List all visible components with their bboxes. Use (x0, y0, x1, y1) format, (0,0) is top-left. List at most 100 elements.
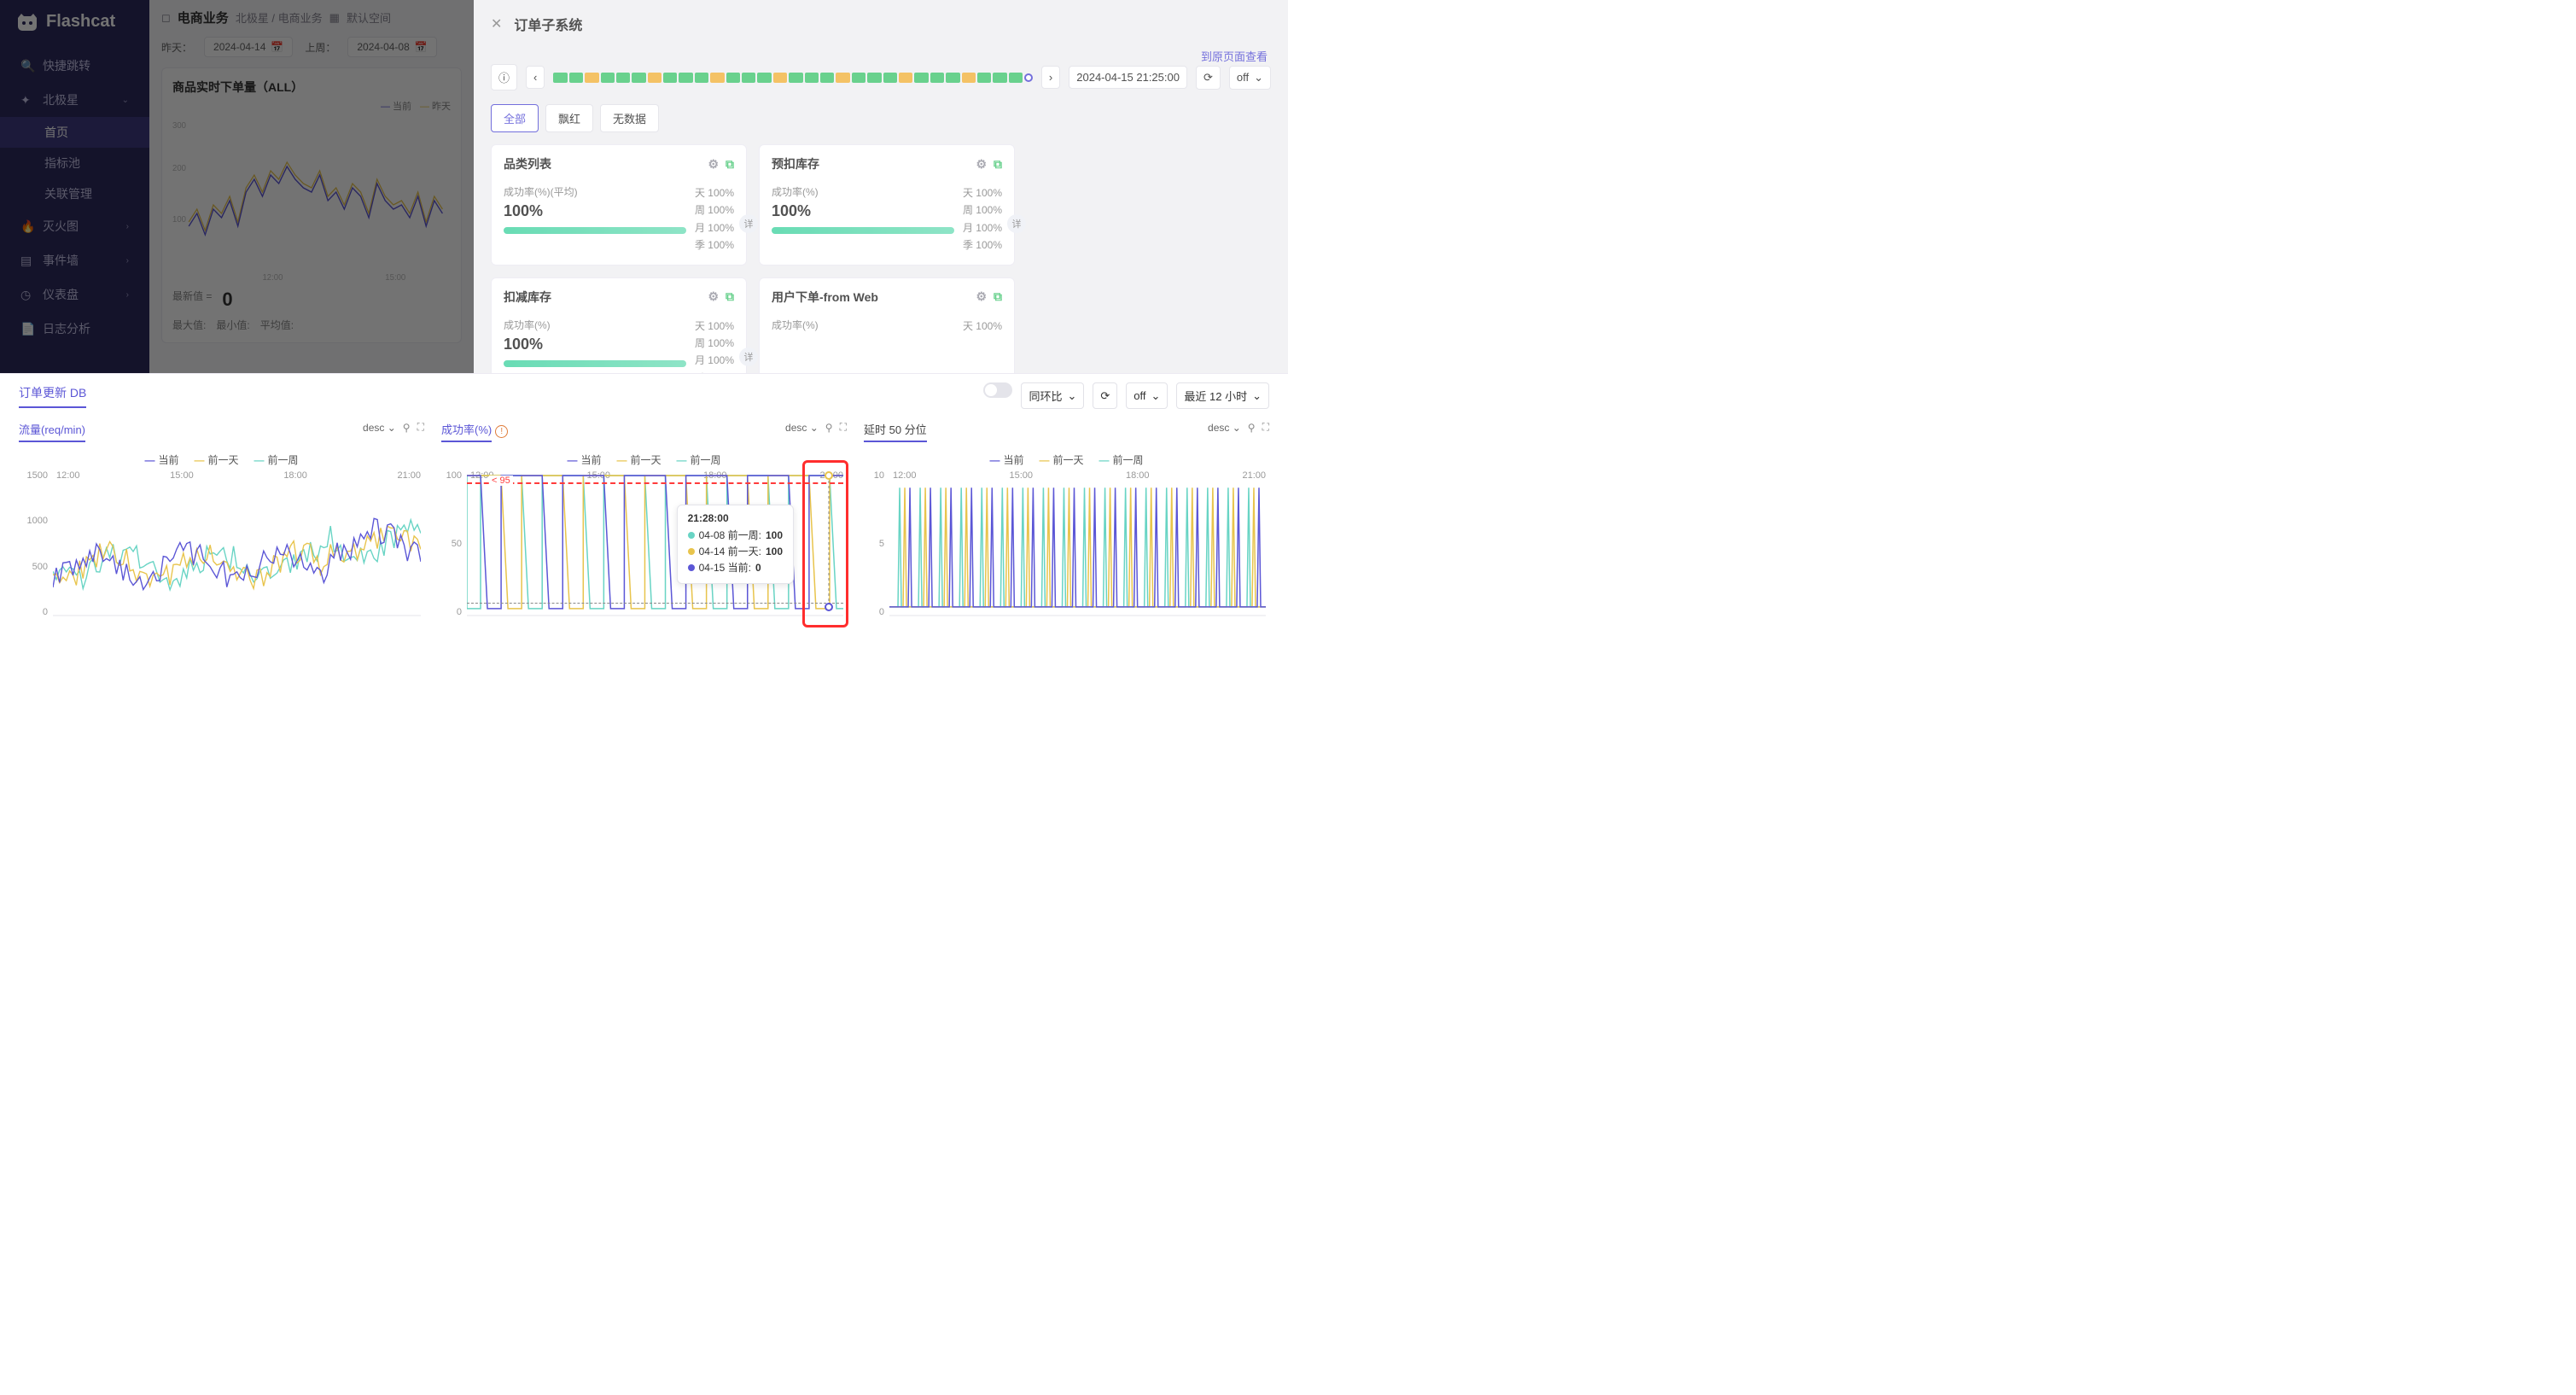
yesterday-picker[interactable]: 2024-04-14📅 (204, 37, 293, 57)
gear-icon[interactable]: ⚙ (708, 289, 719, 304)
chevron-down-icon: ⌄ (1254, 71, 1263, 85)
time-segment[interactable] (993, 73, 1006, 83)
progress-bar (504, 360, 686, 367)
logo[interactable]: Flashcat (0, 0, 149, 44)
gear-icon[interactable]: ⚙ (708, 157, 719, 172)
nav-fire[interactable]: 🔥灭火图› (0, 209, 149, 243)
filter-all[interactable]: 全部 (491, 104, 539, 132)
panel-title: 商品实时下单量（ALL） (172, 79, 451, 96)
time-segment[interactable] (569, 73, 583, 83)
time-segment[interactable] (726, 73, 740, 83)
time-segment[interactable] (789, 73, 802, 83)
time-segment[interactable] (852, 73, 865, 83)
next-button[interactable]: › (1041, 66, 1060, 89)
chevron-right-icon: › (126, 290, 129, 300)
expand-icon[interactable]: ⛶ (840, 421, 847, 434)
sort-select[interactable]: desc ⌄ (1208, 422, 1241, 434)
time-segment[interactable] (773, 73, 787, 83)
time-segment[interactable] (663, 73, 677, 83)
nav-polaris-pool[interactable]: 指标池 (44, 148, 149, 178)
info-icon: ⓘ (498, 69, 510, 85)
cube-icon: ◻ (161, 11, 171, 25)
time-range-select[interactable]: 最近 12 小时 ⌄ (1176, 382, 1269, 409)
chevron-down-icon: ⌄ (1252, 389, 1262, 403)
sort-select[interactable]: desc ⌄ (363, 422, 396, 434)
fire-icon: 🔥 (20, 219, 34, 233)
refresh-button[interactable]: ⟳ (1093, 382, 1117, 409)
nav-polaris-home[interactable]: 首页 (0, 117, 149, 148)
copy-icon[interactable]: ⧉ (994, 157, 1002, 172)
time-segment[interactable] (757, 73, 771, 83)
gauge-icon: ◷ (20, 288, 34, 301)
time-segment[interactable] (710, 73, 724, 83)
time-segment[interactable] (977, 73, 991, 83)
nav-quick-jump[interactable]: 🔍快捷跳转 (0, 49, 149, 83)
nav-dashboard[interactable]: ◷仪表盘› (0, 277, 149, 312)
compare-select[interactable]: 同环比 ⌄ (1021, 382, 1084, 409)
legend-current: 当前 (381, 99, 411, 113)
metric-label: 成功率(%) (772, 184, 954, 199)
auto-refresh-select[interactable]: off ⌄ (1229, 66, 1271, 90)
time-segment[interactable] (836, 73, 849, 83)
gear-icon[interactable]: ⚙ (976, 289, 987, 304)
nav-polaris[interactable]: ✦北极星⌄ (0, 83, 149, 117)
chart-success-rate: 成功率(%)! desc ⌄⚲⛶ 当前前一天前一周 100500 < 95 21… (441, 421, 847, 633)
auto-refresh-select[interactable]: off ⌄ (1126, 382, 1168, 409)
calendar-icon: 📅 (415, 41, 428, 53)
time-segment[interactable] (585, 73, 598, 83)
subsystem-drawer: ✕ 订单子系统 到原页面查看 ⓘ ‹ › 2024-04-15 21:25:00… (474, 0, 1288, 373)
open-origin-link[interactable]: 到原页面查看 (1201, 50, 1268, 63)
info-button[interactable]: ⓘ (491, 64, 517, 90)
period-value: 周 100% (695, 201, 734, 219)
time-segment[interactable] (899, 73, 912, 83)
filter-nodata[interactable]: 无数据 (600, 104, 659, 132)
nav-polaris-relation[interactable]: 关联管理 (44, 178, 149, 209)
prev-button[interactable]: ‹ (526, 66, 545, 89)
hover-tooltip: 21:28:00 04-08 前一周: 100 04-14 前一天: 100 0… (677, 505, 794, 584)
time-segment[interactable] (805, 73, 819, 83)
time-segment[interactable] (742, 73, 755, 83)
time-segment[interactable] (632, 73, 645, 83)
expand-icon[interactable]: ⛶ (417, 421, 424, 434)
time-segment[interactable] (867, 73, 881, 83)
search-icon[interactable]: ⚲ (403, 422, 411, 434)
time-segment[interactable] (962, 73, 976, 83)
sort-select[interactable]: desc ⌄ (785, 422, 819, 434)
detail-button[interactable]: 详 (739, 347, 758, 366)
metric-card[interactable]: 预扣库存⚙⧉ 成功率(%)100% 天 100%周 100%月 100%季 10… (759, 144, 1015, 266)
time-segment[interactable] (601, 73, 615, 83)
time-segment[interactable] (553, 73, 567, 83)
detail-button[interactable]: 详 (1007, 214, 1026, 233)
refresh-button[interactable]: ⟳ (1196, 66, 1221, 90)
nav-log[interactable]: 📄日志分析 (0, 312, 149, 346)
search-icon[interactable]: ⚲ (825, 422, 833, 434)
timestamp-display[interactable]: 2024-04-15 21:25:00 (1069, 66, 1187, 89)
time-segment[interactable] (820, 73, 834, 83)
copy-icon[interactable]: ⧉ (994, 289, 1002, 304)
expand-icon[interactable]: ⛶ (1262, 421, 1269, 434)
scrubber-handle-icon[interactable] (1024, 73, 1033, 82)
copy-icon[interactable]: ⧉ (726, 289, 734, 304)
metric-card[interactable]: 品类列表⚙⧉ 成功率(%)(平均)100% 天 100%周 100%月 100%… (491, 144, 747, 266)
time-segment[interactable] (695, 73, 708, 83)
time-segment[interactable] (1009, 73, 1023, 83)
sidebar: Flashcat 🔍快捷跳转 ✦北极星⌄ 首页 指标池 关联管理 🔥灭火图› ▤… (0, 0, 149, 373)
time-segment[interactable] (648, 73, 661, 83)
search-icon[interactable]: ⚲ (1248, 422, 1256, 434)
time-segment[interactable] (883, 73, 897, 83)
lastweek-picker[interactable]: 2024-04-08📅 (347, 37, 436, 57)
chevron-left-icon: ‹ (533, 71, 537, 84)
time-segment[interactable] (679, 73, 692, 83)
detail-button[interactable]: 详 (739, 214, 758, 233)
time-segment[interactable] (914, 73, 928, 83)
time-scrubber[interactable] (553, 72, 1033, 84)
time-segment[interactable] (930, 73, 944, 83)
close-icon[interactable]: ✕ (491, 15, 502, 32)
nav-wall[interactable]: ▤事件墙› (0, 243, 149, 277)
filter-red[interactable]: 飘红 (545, 104, 593, 132)
compare-toggle-switch[interactable] (983, 382, 1012, 398)
copy-icon[interactable]: ⧉ (726, 157, 734, 172)
time-segment[interactable] (946, 73, 959, 83)
time-segment[interactable] (616, 73, 630, 83)
gear-icon[interactable]: ⚙ (976, 157, 987, 172)
